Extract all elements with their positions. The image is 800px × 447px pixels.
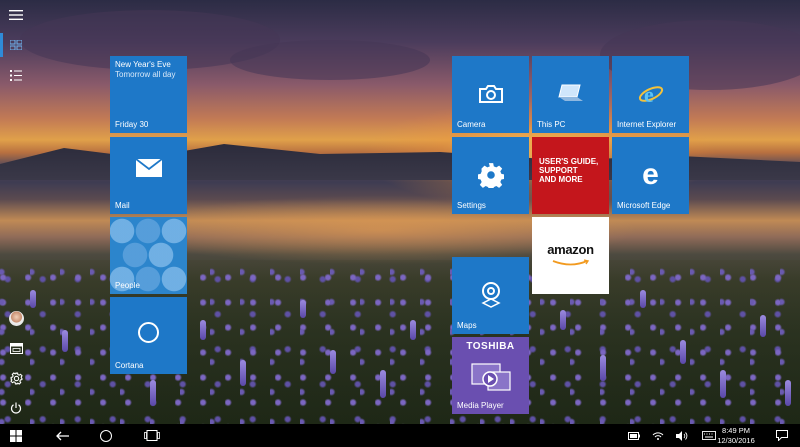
notification-icon (776, 430, 788, 441)
back-button[interactable] (48, 424, 76, 447)
people-label: People (115, 281, 140, 290)
speaker-icon (676, 430, 688, 441)
user-avatar (8, 310, 24, 326)
power-button[interactable] (0, 393, 32, 423)
cortana-icon (110, 297, 187, 367)
hamburger-icon (9, 10, 23, 20)
task-view-icon (144, 430, 160, 441)
settings-label: Settings (457, 201, 486, 210)
clock-time: 8:49 PM (722, 426, 750, 435)
volume-button[interactable] (674, 424, 690, 447)
tiles-icon (10, 40, 22, 50)
all-apps-button[interactable] (0, 60, 32, 90)
gear-icon (9, 371, 23, 385)
cortana-search-button[interactable] (92, 424, 120, 447)
mail-tile[interactable]: Mail (110, 137, 187, 214)
amazon-tile[interactable]: amazon (532, 217, 609, 294)
internet-explorer-label: Internet Explorer (617, 120, 677, 129)
all-apps-icon (10, 69, 22, 81)
calendar-date-label: Friday 30 (115, 120, 149, 129)
toshiba-brand: TOSHIBA (466, 341, 515, 352)
action-center-button[interactable] (772, 424, 792, 447)
this-pc-tile[interactable]: This PC (532, 56, 609, 133)
taskbar: 8:49 PM 12/30/2016 (0, 424, 800, 447)
maps-label: Maps (457, 321, 477, 330)
people-tile[interactable]: People (110, 217, 187, 294)
tiles-view-button[interactable] (0, 30, 32, 60)
maps-tile[interactable]: Maps (452, 257, 529, 334)
cortana-label: Cortana (115, 361, 144, 370)
microsoft-edge-tile[interactable]: e Microsoft Edge (612, 137, 689, 214)
clock-date: 12/30/2016 (717, 435, 755, 445)
guide-line-3: AND MORE (539, 175, 583, 184)
amazon-label: amazon (547, 242, 594, 257)
microsoft-edge-label: Microsoft Edge (617, 201, 671, 210)
guide-line-1: USER'S GUIDE, (539, 157, 599, 166)
camera-tile[interactable]: Camera (452, 56, 529, 133)
this-pc-label: This PC (537, 120, 566, 129)
wifi-button[interactable] (650, 424, 666, 447)
user-account-button[interactable] (0, 303, 32, 333)
wifi-icon (652, 432, 664, 440)
media-player-tile[interactable]: TOSHIBA Media Player (452, 337, 529, 414)
file-explorer-icon (9, 342, 23, 354)
system-clock[interactable]: 8:49 PM 12/30/2016 (708, 426, 764, 445)
start-left-rail (0, 0, 32, 424)
media-player-label: Media Player (457, 401, 504, 410)
camera-label: Camera (457, 120, 486, 129)
users-guide-tile[interactable]: USER'S GUIDE, SUPPORT AND MORE (532, 137, 609, 214)
amazon-logo: amazon (532, 241, 609, 267)
svg-text:e: e (644, 82, 654, 106)
settings-tile[interactable]: Settings (452, 137, 529, 214)
calendar-event-detail: Tomorrow all day (115, 70, 176, 79)
internet-explorer-tile[interactable]: e Internet Explorer (612, 56, 689, 133)
battery-icon (628, 431, 640, 440)
calendar-tile[interactable]: New Year's Eve Tomorrow all day Friday 3… (110, 56, 187, 133)
mail-label: Mail (115, 201, 130, 210)
guide-line-2: SUPPORT (539, 166, 578, 175)
media-player-icon (452, 355, 529, 401)
cloud (230, 40, 430, 80)
mail-icon (110, 137, 187, 199)
settings-button[interactable] (0, 363, 32, 393)
start-button[interactable] (0, 424, 32, 447)
file-explorer-button[interactable] (0, 333, 32, 363)
cortana-circle-icon (100, 429, 112, 442)
cortana-tile[interactable]: Cortana (110, 297, 187, 374)
battery-button[interactable] (626, 424, 642, 447)
amazon-smile-icon (552, 259, 589, 266)
calendar-event-title: New Year's Eve (115, 60, 171, 69)
windows-logo-icon (10, 429, 22, 442)
back-arrow-icon (56, 431, 69, 440)
hamburger-menu-button[interactable] (0, 0, 32, 30)
task-view-button[interactable] (138, 424, 166, 447)
power-icon (10, 402, 22, 414)
